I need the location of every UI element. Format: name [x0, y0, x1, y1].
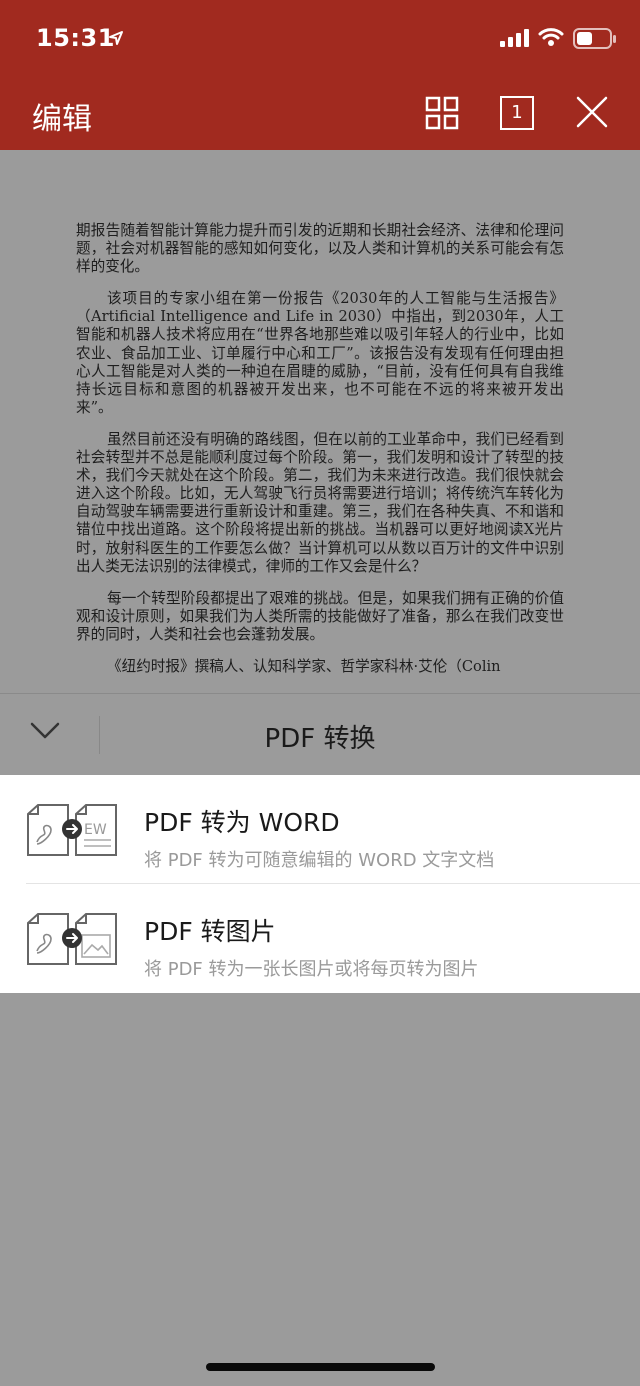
app-bar: 编辑 1	[0, 80, 640, 150]
option-subtitle: 将 PDF 转为一张长图片或将每页转为图片	[144, 959, 479, 980]
wifi-icon	[538, 28, 564, 46]
conversion-options-sheet: EW PDF 转为 WORD 将 PDF 转为可随意编辑的 WORD 文字文档 …	[0, 775, 640, 993]
edit-title[interactable]: 编辑	[32, 94, 92, 138]
page-number: 1	[511, 102, 523, 123]
svg-text:EW: EW	[84, 822, 107, 838]
grid-view-icon[interactable]	[425, 96, 459, 130]
paragraph: 虽然目前还没有明确的路线图，但在以前的工业革命中，我们已经看到社会转型并不总是能…	[76, 430, 564, 575]
paragraph: 每一个转型阶段都提出了艰难的挑战。但是，如果我们拥有正确的价值观和设计原则，如果…	[76, 589, 564, 643]
document-text: 期报告随着智能计算能力提升而引发的近期和长期社会经济、法律和伦理问题，社会对机器…	[76, 222, 564, 690]
cellular-signal-icon	[500, 29, 529, 47]
pdf-to-word-icon: EW	[27, 804, 117, 856]
paragraph: 该项目的专家小组在第一份报告《2030年的人工智能与生活报告》（Artifici…	[76, 290, 564, 416]
sheet-title: PDF 转换	[264, 724, 376, 754]
pdf-to-image-option[interactable]: PDF 转图片 将 PDF 转为一张长图片或将每页转为图片	[0, 884, 640, 993]
sheet-header: PDF 转换	[0, 693, 640, 776]
battery-icon	[573, 28, 616, 49]
page-indicator-button[interactable]: 1	[500, 96, 534, 130]
option-subtitle: 将 PDF 转为可随意编辑的 WORD 文字文档	[144, 850, 495, 871]
status-time: 15:31	[36, 24, 115, 52]
paragraph: 《纽约时报》撰稿人、认知科学家、哲学家科林·艾伦（Colin	[107, 657, 501, 675]
status-bar: 15:31	[0, 0, 640, 80]
pdf-to-word-option[interactable]: EW PDF 转为 WORD 将 PDF 转为可随意编辑的 WORD 文字文档	[0, 775, 640, 884]
close-icon[interactable]	[576, 96, 608, 128]
home-indicator[interactable]	[206, 1363, 435, 1371]
option-title: PDF 转图片	[144, 917, 276, 946]
paragraph: 期报告随着智能计算能力提升而引发的近期和长期社会经济、法律和伦理问题，社会对机器…	[76, 222, 564, 276]
document-view: 期报告随着智能计算能力提升而引发的近期和长期社会经济、法律和伦理问题，社会对机器…	[0, 150, 640, 693]
location-arrow-icon	[109, 31, 123, 45]
pdf-to-image-icon	[27, 913, 117, 965]
option-title: PDF 转为 WORD	[144, 808, 340, 837]
